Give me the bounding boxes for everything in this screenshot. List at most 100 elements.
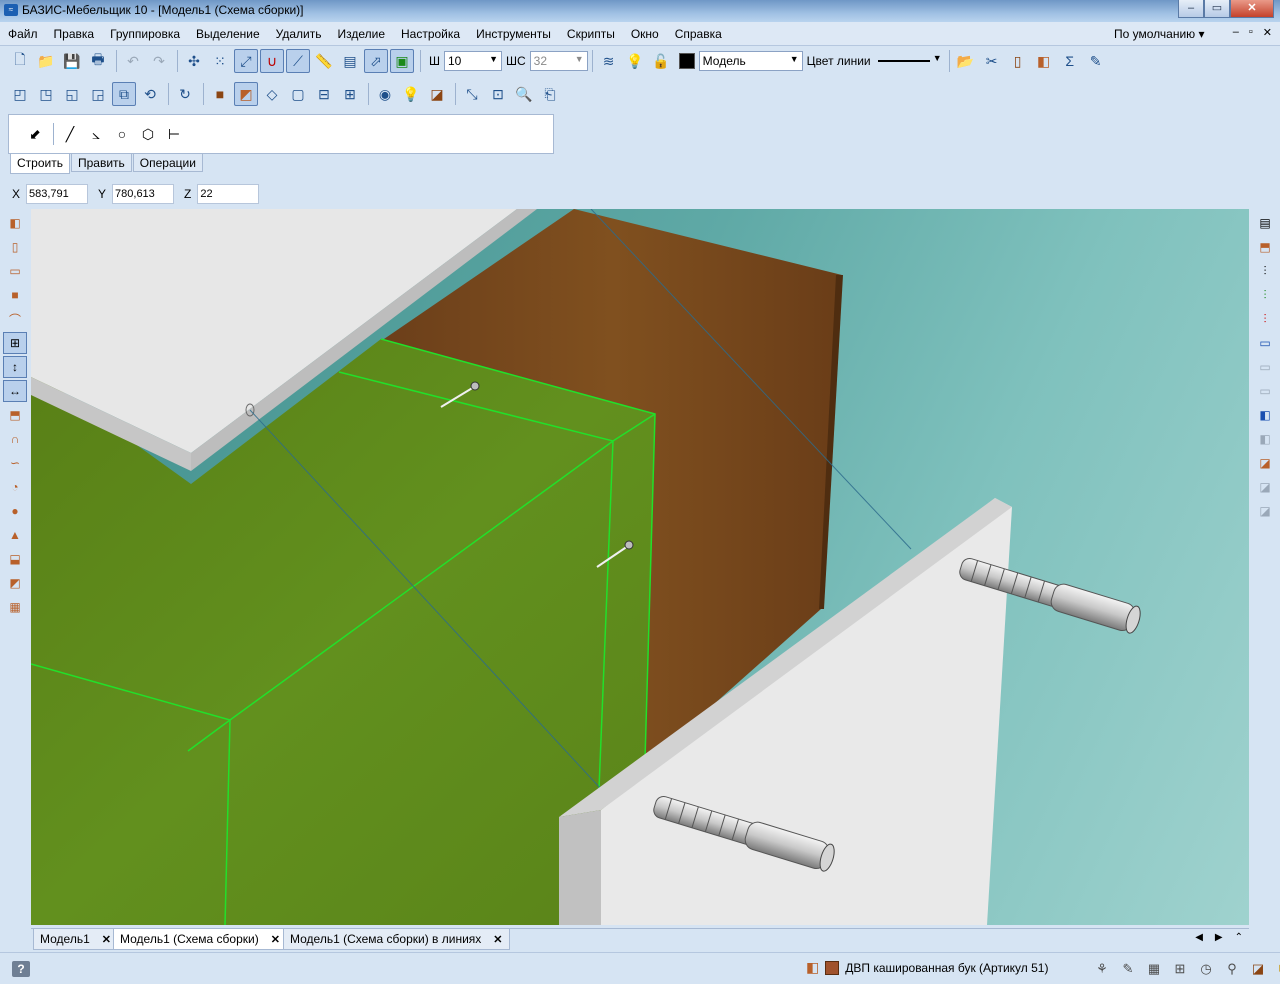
panel-box-icon[interactable]: ■ (3, 284, 27, 306)
cabinet-icon[interactable]: ▯ (1006, 49, 1030, 73)
facade-icon[interactable]: ▦ (3, 596, 27, 618)
close-button[interactable]: ✕ (1230, 0, 1274, 18)
menu-window[interactable]: Окно (631, 27, 659, 41)
y-coordinate-field[interactable]: 780,613 (112, 184, 175, 204)
view-back-icon[interactable]: ◳ (34, 82, 58, 106)
fastener-add-icon[interactable]: ⫶ (1253, 284, 1277, 306)
panel-view-icon[interactable]: ⊞ (338, 82, 362, 106)
layers-icon[interactable]: ▤ (338, 49, 362, 73)
line-style-select[interactable]: ▼ (875, 51, 945, 71)
zoom-previous-icon[interactable]: ⎗ (538, 82, 562, 106)
menu-delete[interactable]: Удалить (276, 27, 322, 41)
view-rotate-icon[interactable]: ⟲ (138, 82, 162, 106)
tab-list-icon[interactable]: ⌃ (1235, 932, 1243, 943)
rotate-panel-icon[interactable]: ◔ (3, 476, 27, 498)
dimension-tool-icon[interactable]: ⊢ (162, 122, 186, 146)
vertical-fit-icon[interactable]: ↕ (3, 356, 27, 378)
box-element-icon[interactable]: ◩ (3, 572, 27, 594)
menu-scripts[interactable]: Скрипты (567, 27, 615, 41)
drilling-icon[interactable]: ◪ (1253, 452, 1277, 474)
zoom-extents-icon[interactable]: ⤡ (460, 82, 484, 106)
mdi-restore-button[interactable]: ▫ (1249, 26, 1253, 39)
panel-horizontal-icon[interactable]: ▭ (3, 260, 27, 282)
menu-group[interactable]: Группировка (110, 27, 180, 41)
sphere-icon[interactable]: ● (3, 500, 27, 522)
tree-icon[interactable]: ⚘ (1092, 959, 1112, 979)
close-tab-icon[interactable]: ✕ (102, 934, 111, 946)
insert-object-icon[interactable]: ⬒ (1253, 236, 1277, 258)
texture-mode-icon[interactable]: ■ (208, 82, 232, 106)
minimize-button[interactable]: – (1178, 0, 1204, 18)
preset-dropdown[interactable]: По умолчанию ▾ (1114, 27, 1205, 41)
fastener-icon[interactable]: ⫶ (1253, 260, 1277, 282)
wireframe-mode-icon[interactable]: ◇ (260, 82, 284, 106)
x-coordinate-field[interactable]: 583,791 (26, 184, 89, 204)
undo-icon[interactable]: ↶ (121, 49, 145, 73)
box-material-icon[interactable]: ◧ (1032, 49, 1056, 73)
circle-tool-icon[interactable]: ○ (110, 122, 134, 146)
ortho-snap-icon[interactable]: ⤢ (234, 49, 258, 73)
cut-icon[interactable]: ✂ (980, 49, 1004, 73)
edit-table-icon[interactable]: ✎ (1084, 49, 1108, 73)
menu-file[interactable]: Файл (8, 27, 38, 41)
dimensions-icon[interactable]: ⊞ (1170, 959, 1190, 979)
menu-settings[interactable]: Настройка (401, 27, 460, 41)
view-left-icon[interactable]: ◱ (60, 82, 84, 106)
frame-select-icon[interactable]: ▣ (390, 49, 414, 73)
polygon-tool-icon[interactable]: ⬡ (136, 122, 160, 146)
select-cursor-icon[interactable]: ⬀ (364, 49, 388, 73)
redo-icon[interactable]: ↷ (147, 49, 171, 73)
panel-frontal-icon[interactable]: ◧ (3, 212, 27, 234)
camera-icon[interactable]: ◉ (373, 82, 397, 106)
shelf-icon[interactable]: ⬒ (3, 404, 27, 426)
tab-edit[interactable]: Править (70, 154, 132, 172)
material-library-icon[interactable]: ◧ (806, 959, 819, 976)
z-coordinate-field[interactable]: 22 (197, 184, 260, 204)
layer-select[interactable]: Модель ▼ (698, 51, 803, 71)
panel-curved-icon[interactable]: ⌒ (3, 308, 27, 330)
magnet-icon[interactable]: ∪ (260, 49, 284, 73)
section-icon[interactable]: ⊟ (312, 82, 336, 106)
sum-icon[interactable]: Σ (1058, 49, 1082, 73)
object-snap-icon[interactable]: ⟋ (286, 49, 310, 73)
angle-line-tool-icon[interactable]: ⦣ (84, 122, 108, 146)
open-folder-icon[interactable]: 📁 (34, 49, 58, 73)
fit-panel-icon[interactable]: ⊞ (3, 332, 27, 354)
grid-snap-icon[interactable]: ⁙ (208, 49, 232, 73)
zoom-window-icon[interactable]: ⊡ (486, 82, 510, 106)
ruler-icon[interactable]: 📏 (312, 49, 336, 73)
grid-icon[interactable]: ▦ (1144, 959, 1164, 979)
view-front-icon[interactable]: ◰ (8, 82, 32, 106)
profile-icon[interactable]: ∽ (3, 452, 27, 474)
cursor-tool-icon[interactable]: ⬋ (23, 122, 47, 146)
current-material[interactable]: ДВП кашированная бук (Артикул 51) (845, 961, 1048, 975)
close-tab-icon[interactable]: ✕ (271, 934, 280, 946)
line-tool-icon[interactable]: ╱ (58, 122, 82, 146)
zoom-status-icon[interactable]: ⚲ (1222, 959, 1242, 979)
menu-tools[interactable]: Инструменты (476, 27, 551, 41)
shaded-mode-icon[interactable]: ◩ (234, 82, 258, 106)
properties-panel-icon[interactable]: ▤ (1253, 212, 1277, 234)
arch-icon[interactable]: ∩ (3, 428, 27, 450)
hidden-line-icon[interactable]: ▢ (286, 82, 310, 106)
mdi-minimize-button[interactable]: – (1233, 26, 1239, 39)
clock-icon[interactable]: ◷ (1196, 959, 1216, 979)
view-iso-icon[interactable]: ⧉ (112, 82, 136, 106)
tab-scroll-left-icon[interactable]: ◀ (1195, 932, 1203, 943)
cutout-icon[interactable]: ◧ (1253, 404, 1277, 426)
lightbulb-icon[interactable]: 💡 (623, 49, 647, 73)
materials-icon[interactable]: ◪ (425, 82, 449, 106)
3d-viewport[interactable] (31, 209, 1249, 925)
menu-select[interactable]: Выделение (196, 27, 260, 41)
zoom-icon[interactable]: 🔍 (512, 82, 536, 106)
menu-edit[interactable]: Правка (54, 27, 95, 41)
tab-scroll-right-icon[interactable]: ▶ (1215, 932, 1223, 943)
width-input[interactable]: 10 ▼ (444, 51, 502, 71)
layer-stack-icon[interactable]: ≋ (597, 49, 621, 73)
panel-vertical-icon[interactable]: ▯ (3, 236, 27, 258)
library-folder-icon[interactable]: 📂 (954, 49, 978, 73)
horizontal-fit-icon[interactable]: ↔ (3, 380, 27, 402)
save-icon[interactable]: 💾 (60, 49, 84, 73)
tab-build[interactable]: Строить (10, 154, 70, 174)
fastener-remove-icon[interactable]: ⫶ (1253, 308, 1277, 330)
